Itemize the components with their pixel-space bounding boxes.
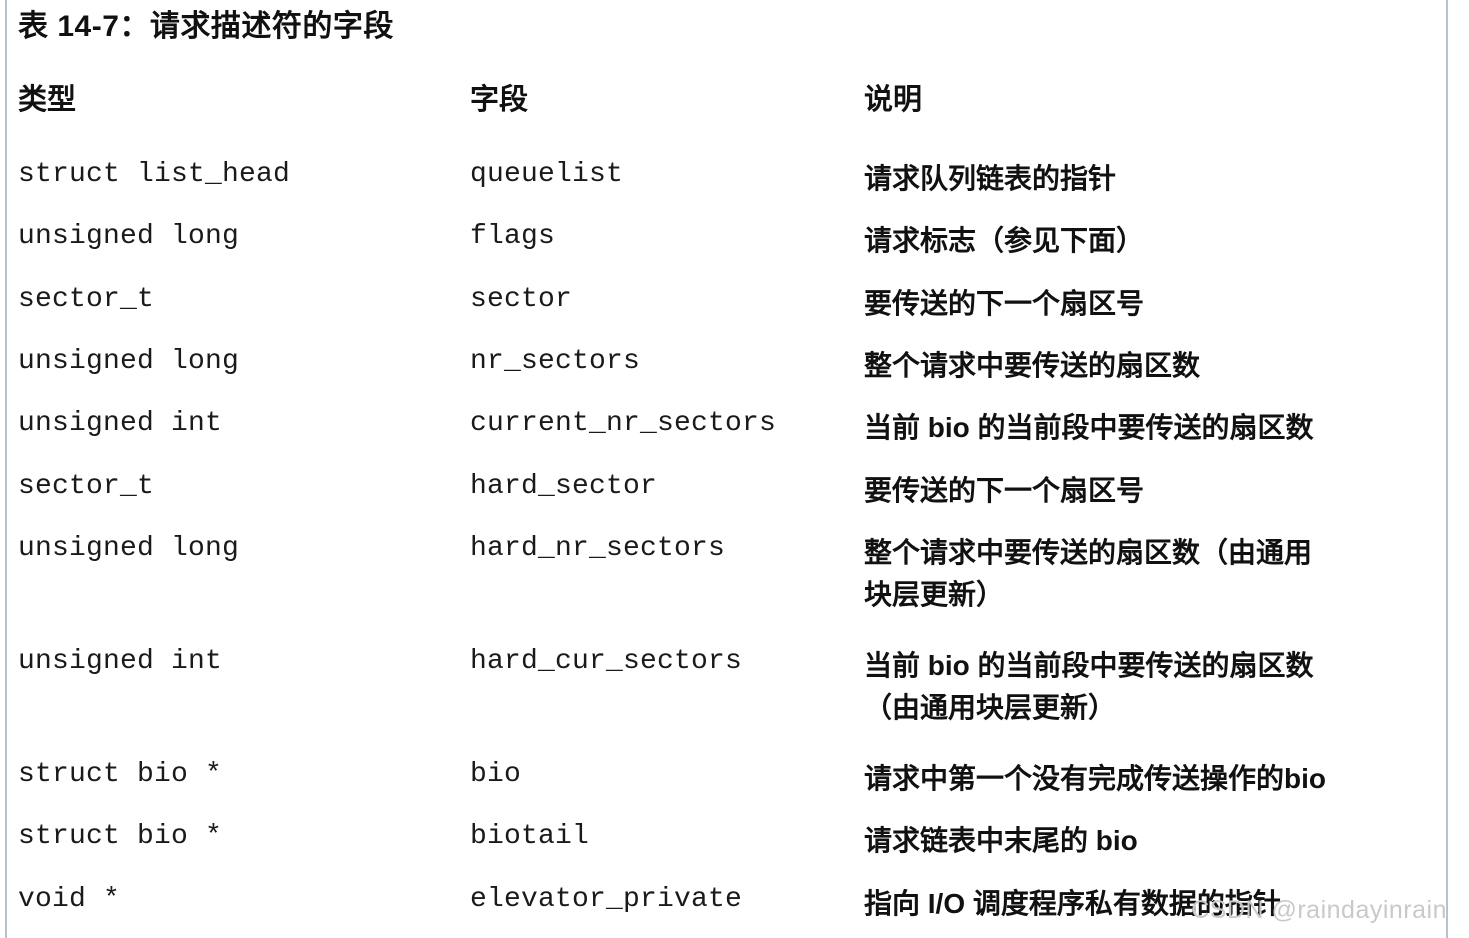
cell-description: 指向 I/O 调度程序私有数据的指针 — [864, 888, 1281, 919]
column-header-field: 字段 — [470, 84, 529, 116]
cell-type: unsigned long — [18, 533, 240, 564]
cell-field: nr_sectors — [470, 346, 641, 377]
cell-field: flags — [470, 221, 556, 252]
cell-type: struct bio * — [18, 821, 223, 852]
cell-description: 请求中第一个没有完成传送操作的bio — [864, 763, 1326, 794]
cell-field: sector — [470, 284, 573, 315]
cell-field: hard_sector — [470, 471, 658, 502]
cell-description: 要传送的下一个扇区号 — [864, 475, 1145, 506]
cell-type: unsigned int — [18, 408, 223, 439]
cell-type: sector_t — [18, 471, 155, 502]
cell-field: biotail — [470, 821, 590, 852]
cell-field: current_nr_sectors — [470, 408, 777, 439]
cell-description: 请求标志（参见下面） — [864, 225, 1145, 256]
cell-type: unsigned int — [18, 646, 223, 677]
cell-type: unsigned long — [18, 221, 240, 252]
cell-type: void * — [18, 884, 121, 915]
cell-type: struct list_head — [18, 159, 291, 190]
cell-field: queuelist — [470, 159, 624, 190]
cell-description: 请求队列链表的指针 — [864, 163, 1117, 194]
cell-description: 整个请求中要传送的扇区数（由通用 块层更新） — [864, 537, 1313, 610]
cell-type: struct bio * — [18, 759, 223, 790]
cell-description: 当前 bio 的当前段中要传送的扇区数 — [864, 412, 1314, 443]
cell-field: bio — [470, 759, 522, 790]
column-header-type: 类型 — [18, 84, 77, 116]
cell-field: hard_nr_sectors — [470, 533, 726, 564]
cell-description: 要传送的下一个扇区号 — [864, 288, 1145, 319]
cell-description: 当前 bio 的当前段中要传送的扇区数 （由通用块层更新） — [864, 650, 1314, 723]
page-content: 表 14-7：请求描述符的字段 类型 字段 说明 struct list_hea… — [0, 0, 1469, 938]
document-page: 表 14-7：请求描述符的字段 类型 字段 说明 struct list_hea… — [0, 0, 1469, 938]
cell-description: 整个请求中要传送的扇区数 — [864, 350, 1201, 381]
cell-type: sector_t — [18, 284, 155, 315]
cell-description: 请求链表中末尾的 bio — [864, 825, 1138, 856]
column-header-description: 说明 — [864, 84, 923, 116]
table-caption: 表 14-7：请求描述符的字段 — [18, 10, 394, 43]
cell-field: hard_cur_sectors — [470, 646, 743, 677]
cell-type: unsigned long — [18, 346, 240, 377]
cell-field: elevator_private — [470, 884, 743, 915]
